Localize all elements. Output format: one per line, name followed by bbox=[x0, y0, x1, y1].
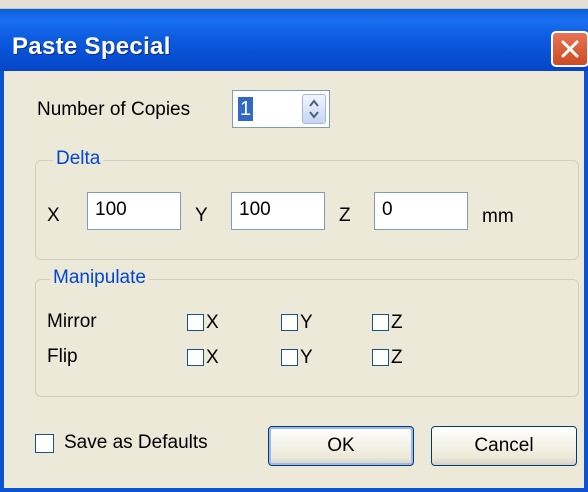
mirror-x-checkbox[interactable] bbox=[187, 314, 204, 331]
delta-x-label: X bbox=[47, 205, 60, 226]
save-defaults-checkbox[interactable] bbox=[35, 434, 54, 453]
mirror-label: Mirror bbox=[47, 311, 97, 332]
spin-up-icon[interactable] bbox=[309, 99, 319, 107]
mirror-z-label[interactable]: Z bbox=[391, 312, 403, 334]
delta-z-value: 0 bbox=[382, 199, 393, 220]
flip-z-label[interactable]: Z bbox=[391, 347, 403, 369]
delta-legend: Delta bbox=[53, 148, 104, 170]
close-button[interactable] bbox=[551, 31, 588, 67]
spin-buttons[interactable] bbox=[302, 94, 326, 124]
flip-y-label[interactable]: Y bbox=[300, 347, 313, 369]
window-frame-right bbox=[584, 71, 588, 492]
copies-label: Number of Copies bbox=[37, 99, 191, 120]
flip-x-label[interactable]: X bbox=[206, 347, 219, 369]
spin-down-icon[interactable] bbox=[309, 111, 319, 119]
copies-value[interactable]: 1 bbox=[238, 97, 254, 121]
delta-x-value: 100 bbox=[95, 199, 127, 220]
flip-y-checkbox[interactable] bbox=[281, 349, 298, 366]
manipulate-group bbox=[35, 279, 579, 397]
delta-y-input[interactable]: 100 bbox=[231, 192, 325, 230]
mirror-x-label[interactable]: X bbox=[206, 312, 219, 334]
mirror-y-label[interactable]: Y bbox=[300, 312, 313, 334]
flip-z-checkbox[interactable] bbox=[372, 349, 389, 366]
delta-y-value: 100 bbox=[239, 199, 271, 220]
manipulate-legend: Manipulate bbox=[50, 267, 149, 289]
delta-y-label: Y bbox=[195, 205, 208, 226]
window-frame-left bbox=[0, 71, 4, 492]
close-icon bbox=[561, 40, 579, 58]
copies-spinbox[interactable]: 1 bbox=[232, 90, 330, 128]
title-bar[interactable]: Paste Special bbox=[0, 9, 588, 71]
window-frame-bottom bbox=[0, 488, 588, 492]
delta-z-label: Z bbox=[339, 205, 351, 226]
cancel-button[interactable]: Cancel bbox=[431, 426, 577, 466]
window-title: Paste Special bbox=[12, 33, 171, 60]
mirror-y-checkbox[interactable] bbox=[281, 314, 298, 331]
delta-x-input[interactable]: 100 bbox=[87, 192, 181, 230]
save-defaults-label[interactable]: Save as Defaults bbox=[64, 432, 208, 454]
ok-button[interactable]: OK bbox=[268, 426, 414, 466]
flip-label: Flip bbox=[47, 346, 78, 367]
mirror-z-checkbox[interactable] bbox=[372, 314, 389, 331]
flip-x-checkbox[interactable] bbox=[187, 349, 204, 366]
delta-unit-label: mm bbox=[482, 206, 514, 227]
delta-z-input[interactable]: 0 bbox=[374, 192, 468, 230]
window-top-edge bbox=[0, 0, 588, 9]
